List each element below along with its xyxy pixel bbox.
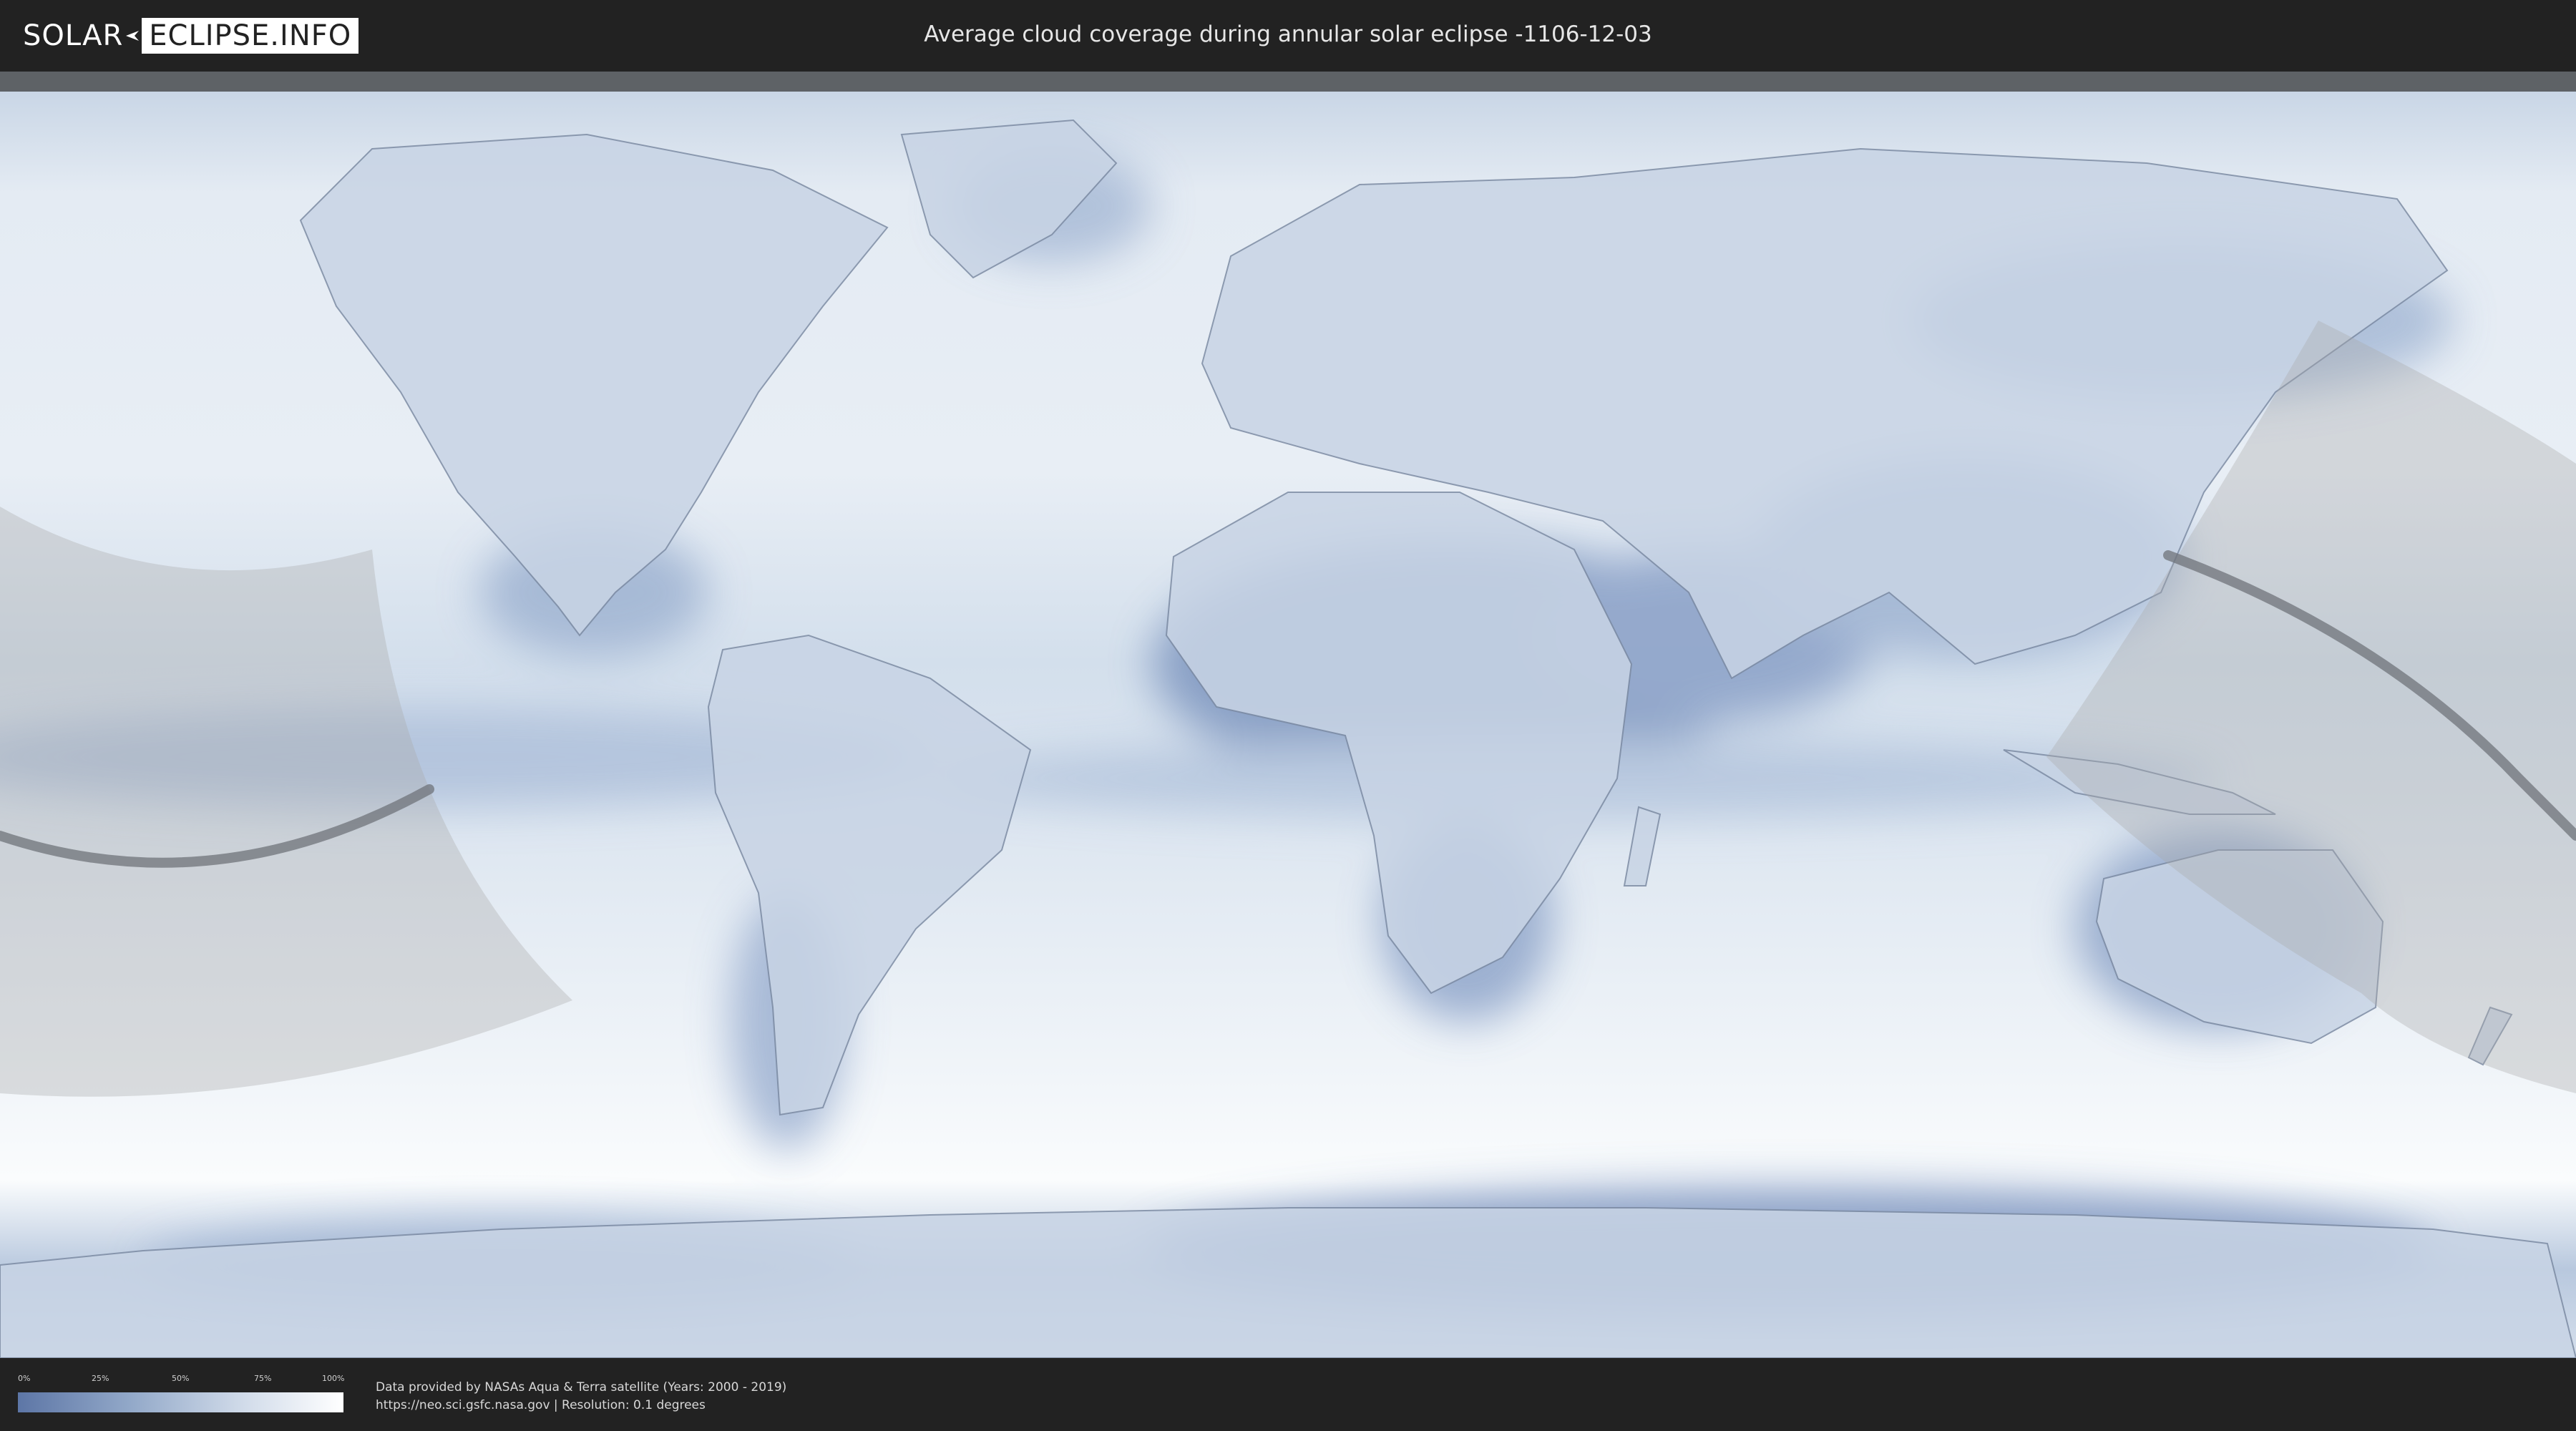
credits-url-line[interactable]: https://neo.sci.gsfc.nasa.gov | Resoluti…: [376, 1397, 786, 1415]
credits-source-line: Data provided by NASAs Aqua & Terra sate…: [376, 1380, 787, 1395]
footer-bar: 0% 25% 50% 75% 100% Data provided by NAS…: [0, 1359, 2576, 1431]
legend-tick-50: 50%: [172, 1374, 190, 1383]
page: SOLAR ECLIPSE.INFO Average cloud coverag…: [0, 0, 2576, 1431]
cloud-coverage-map[interactable]: [0, 92, 2576, 1358]
legend-tick-25: 25%: [92, 1374, 109, 1383]
header-bar: SOLAR ECLIPSE.INFO Average cloud coverag…: [0, 0, 2576, 72]
legend-ticks: 0% 25% 50% 75% 100%: [18, 1374, 345, 1387]
legend-tick-0: 0%: [18, 1374, 31, 1383]
cloud-coverage-legend: 0% 25% 50% 75% 100%: [18, 1374, 345, 1415]
data-credits: Data provided by NASAs Aqua & Terra sate…: [376, 1379, 786, 1415]
map-top-border: [0, 72, 2576, 93]
legend-tick-75: 75%: [254, 1374, 272, 1383]
legend-gradient-bar: [18, 1392, 343, 1412]
legend-tick-100: 100%: [322, 1374, 345, 1383]
page-title: Average cloud coverage during annular so…: [924, 21, 1652, 47]
map-canvas: [0, 92, 2576, 1358]
